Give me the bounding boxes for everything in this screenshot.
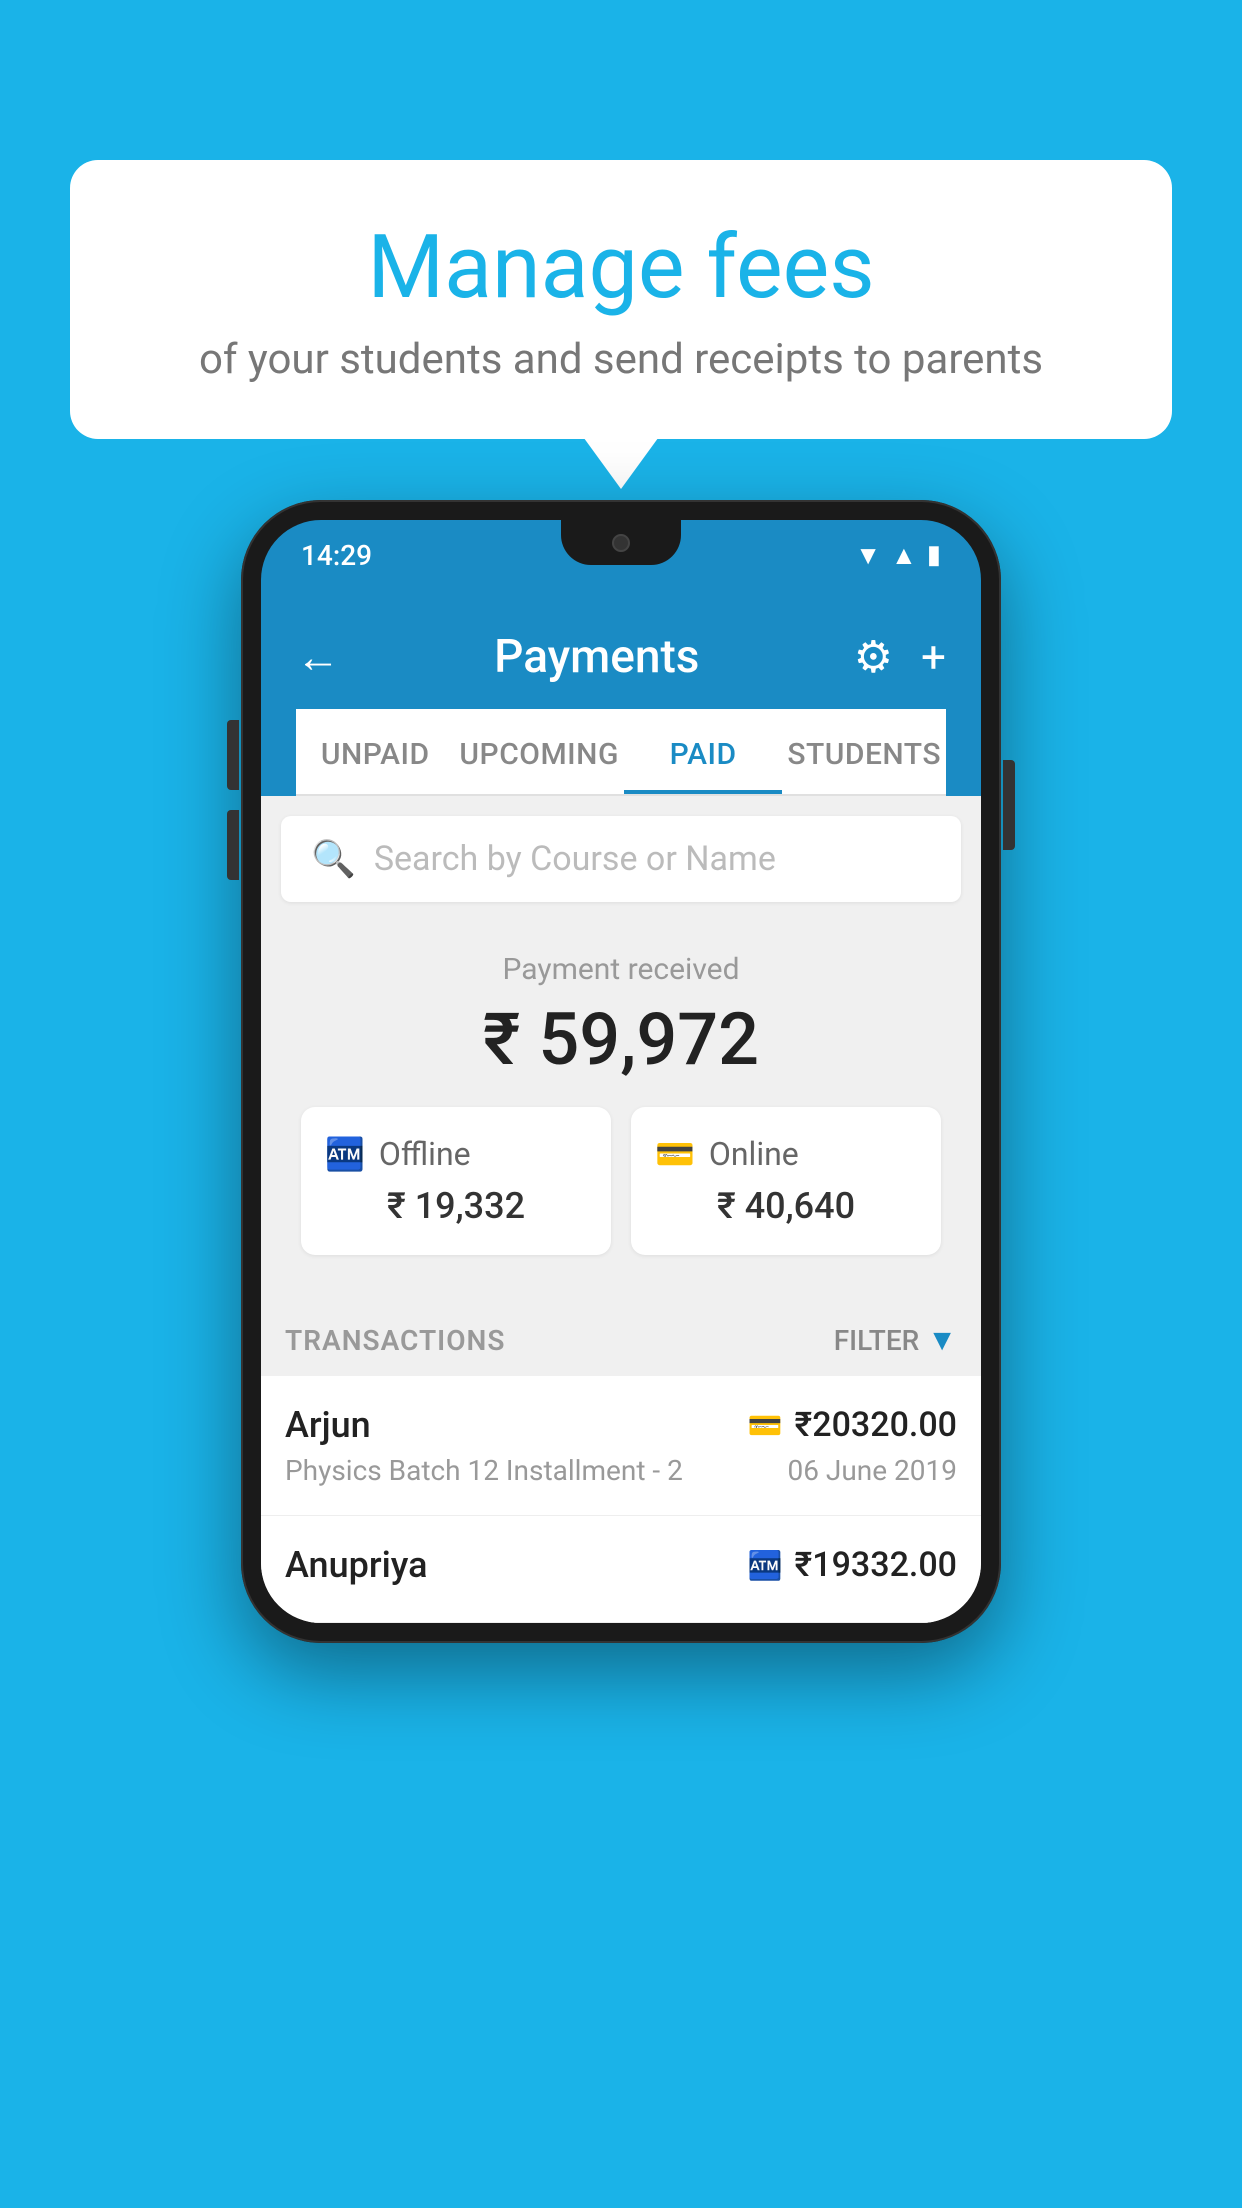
- filter-button[interactable]: FILTER ▼: [834, 1323, 957, 1358]
- power-button: [1003, 760, 1015, 850]
- filter-icon: ▼: [927, 1323, 957, 1358]
- transaction-bottom: Physics Batch 12 Installment - 2 06 June…: [285, 1454, 957, 1487]
- search-icon: 🔍: [311, 838, 356, 880]
- header-actions: ⚙ +: [854, 631, 946, 683]
- transaction-date: 06 June 2019: [787, 1454, 957, 1487]
- offline-card: 🏧 Offline ₹ 19,332: [301, 1107, 611, 1255]
- speech-bubble: Manage fees of your students and send re…: [70, 160, 1172, 439]
- tab-upcoming[interactable]: UPCOMING: [454, 709, 623, 794]
- camera: [612, 534, 630, 552]
- online-amount: ₹ 40,640: [655, 1185, 917, 1227]
- payment-label: Payment received: [281, 952, 961, 987]
- offline-label: Offline: [379, 1135, 471, 1173]
- tab-paid[interactable]: PAID: [624, 709, 782, 794]
- transaction-amount: ₹20320.00: [795, 1405, 957, 1445]
- status-bar: 14:29 ▼ ▲ ▮: [261, 520, 981, 590]
- payment-amount: ₹ 59,972: [281, 997, 961, 1082]
- status-time: 14:29: [301, 539, 372, 572]
- filter-text: FILTER: [834, 1324, 920, 1357]
- offline-icon: 🏧: [325, 1135, 365, 1173]
- phone-wrapper: 14:29 ▼ ▲ ▮ ← Payments ⚙ +: [241, 500, 1001, 1643]
- online-card-top: 💳 Online: [655, 1135, 917, 1173]
- app-screen: ← Payments ⚙ + UNPAID UPCOMING PAID STUD…: [261, 590, 981, 1623]
- add-icon[interactable]: +: [921, 631, 946, 683]
- back-button[interactable]: ←: [296, 631, 340, 683]
- online-icon: 💳: [655, 1135, 695, 1173]
- app-header-row: ← Payments ⚙ +: [296, 610, 946, 709]
- tab-unpaid[interactable]: UNPAID: [296, 709, 454, 794]
- speech-bubble-subtitle: of your students and send receipts to pa…: [120, 335, 1122, 384]
- transaction-name: Anupriya: [285, 1544, 428, 1586]
- tabs: UNPAID UPCOMING PAID STUDENTS: [296, 709, 946, 796]
- battery-icon: ▮: [927, 540, 941, 570]
- volume-up-button: [227, 720, 239, 790]
- transaction-amount-wrap: 🏧 ₹19332.00: [748, 1545, 957, 1585]
- payment-cards: 🏧 Offline ₹ 19,332 💳 Online ₹ 40,640: [281, 1107, 961, 1285]
- offline-card-top: 🏧 Offline: [325, 1135, 587, 1173]
- transaction-top: Anupriya 🏧 ₹19332.00: [285, 1544, 957, 1586]
- app-header: ← Payments ⚙ + UNPAID UPCOMING PAID STUD…: [261, 590, 981, 796]
- header-title: Payments: [494, 630, 699, 684]
- wifi-icon: ▼: [855, 540, 881, 571]
- search-bar[interactable]: 🔍 Search by Course or Name: [281, 816, 961, 902]
- online-label: Online: [709, 1135, 799, 1173]
- volume-down-button: [227, 810, 239, 880]
- transaction-payment-icon: 💳: [748, 1409, 783, 1442]
- settings-icon[interactable]: ⚙: [854, 631, 893, 683]
- transaction-desc: Physics Batch 12 Installment - 2: [285, 1454, 683, 1487]
- transaction-amount: ₹19332.00: [795, 1545, 957, 1585]
- phone-outer: 14:29 ▼ ▲ ▮ ← Payments ⚙ +: [241, 500, 1001, 1643]
- transaction-row[interactable]: Anupriya 🏧 ₹19332.00: [261, 1516, 981, 1623]
- speech-bubble-title: Manage fees: [120, 220, 1122, 317]
- search-input[interactable]: Search by Course or Name: [374, 839, 776, 879]
- online-card: 💳 Online ₹ 40,640: [631, 1107, 941, 1255]
- status-icons: ▼ ▲ ▮: [855, 540, 941, 571]
- signal-icon: ▲: [891, 540, 917, 571]
- transaction-top: Arjun 💳 ₹20320.00: [285, 1404, 957, 1446]
- notch: [561, 520, 681, 565]
- payment-summary: Payment received ₹ 59,972 🏧 Offline ₹ 19…: [261, 922, 981, 1305]
- transactions-label: TRANSACTIONS: [285, 1324, 505, 1357]
- transactions-header: TRANSACTIONS FILTER ▼: [261, 1305, 981, 1376]
- tab-students[interactable]: STUDENTS: [782, 709, 946, 794]
- transaction-name: Arjun: [285, 1404, 371, 1446]
- transaction-payment-icon: 🏧: [748, 1549, 783, 1582]
- transaction-amount-wrap: 💳 ₹20320.00: [748, 1405, 957, 1445]
- offline-amount: ₹ 19,332: [325, 1185, 587, 1227]
- transaction-row[interactable]: Arjun 💳 ₹20320.00 Physics Batch 12 Insta…: [261, 1376, 981, 1516]
